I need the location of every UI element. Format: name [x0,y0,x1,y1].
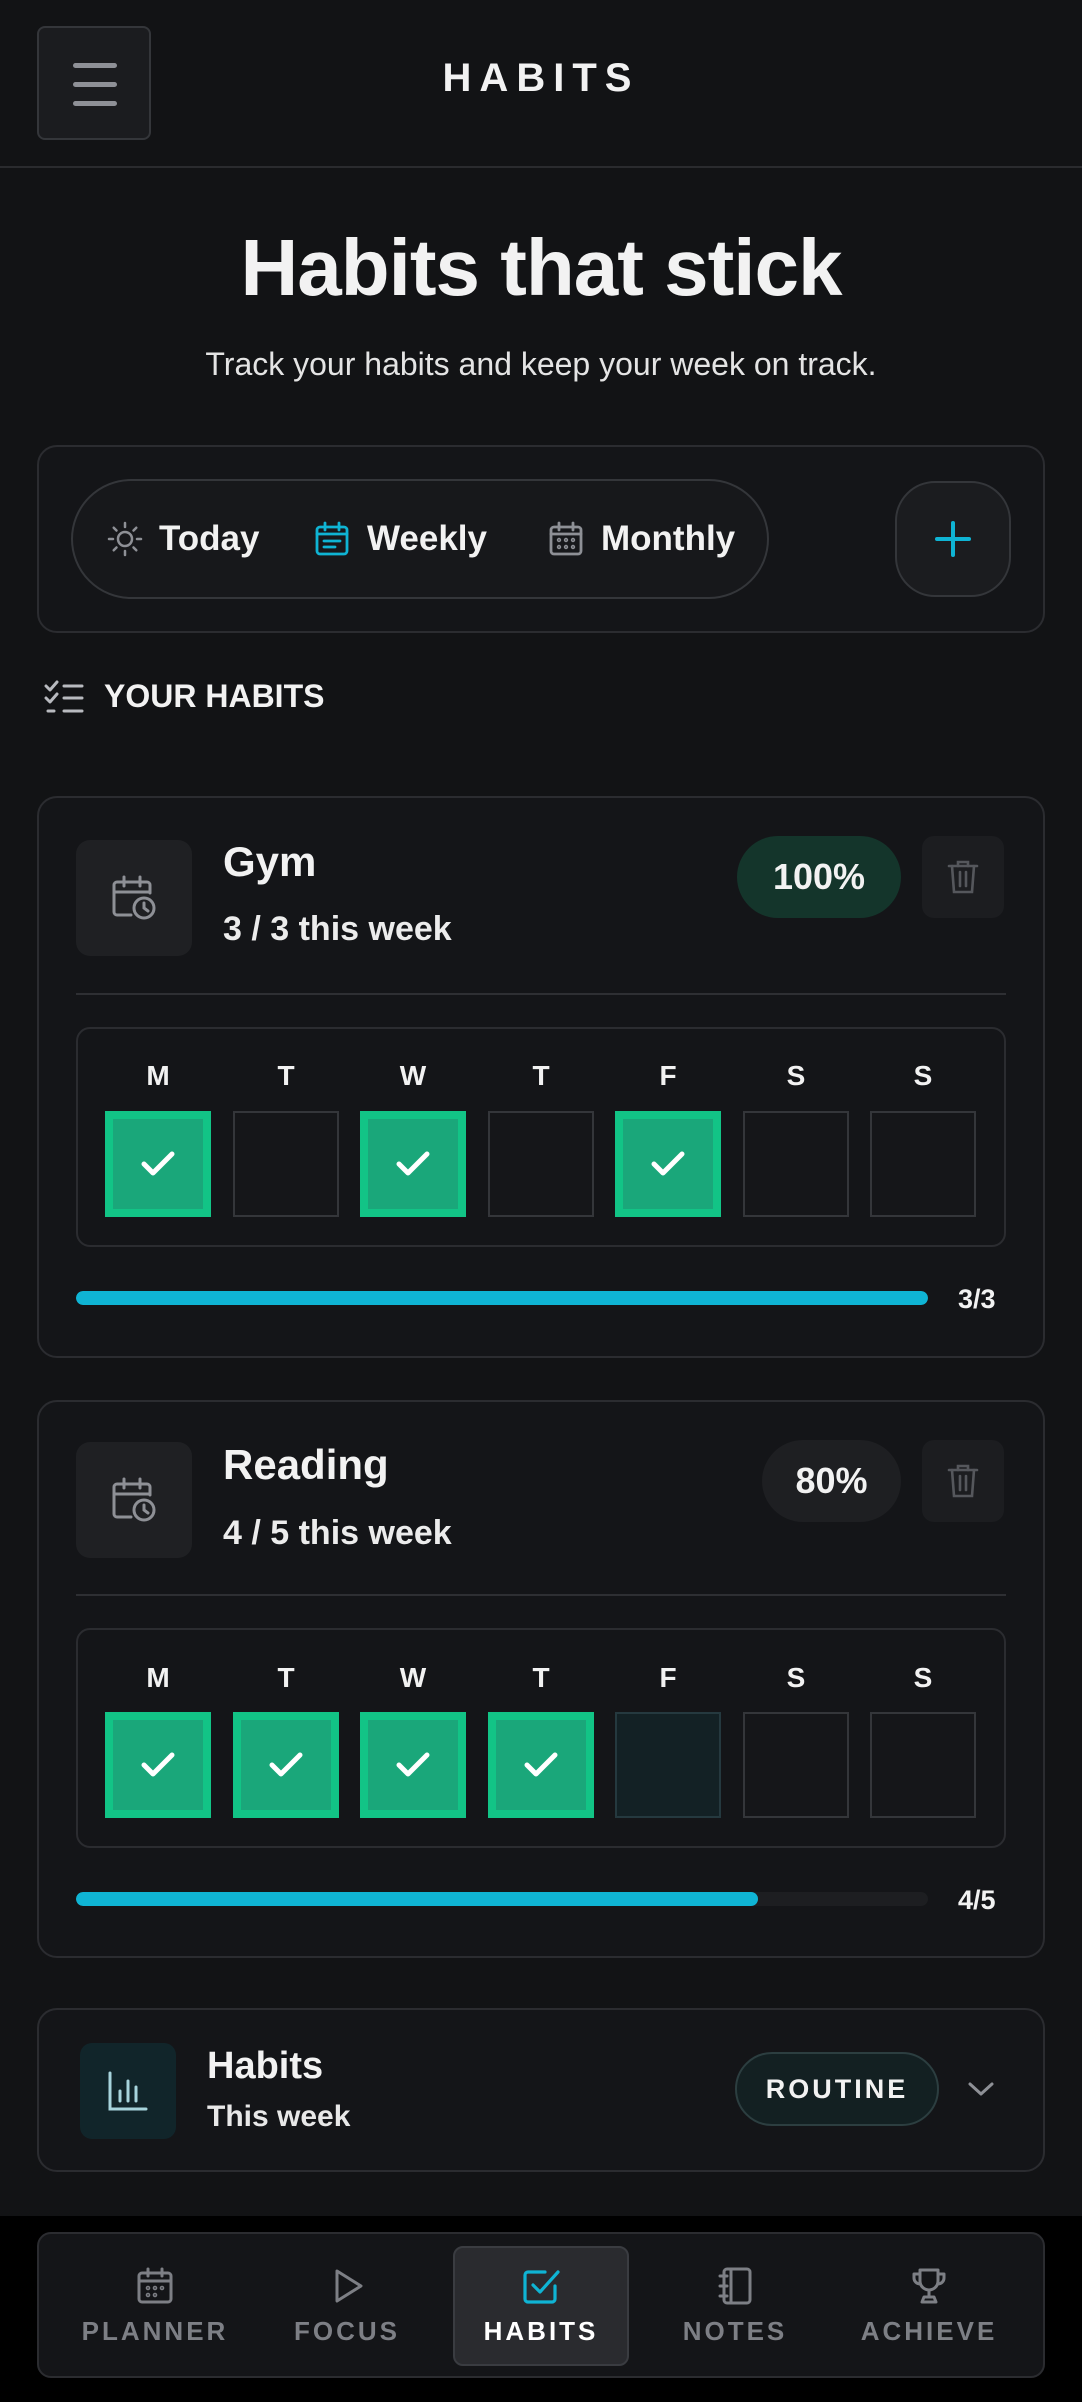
nav-label: HABITS [483,2315,599,2346]
section-label: YOUR HABITS [104,678,325,714]
nav-label: PLANNER [81,2315,229,2346]
trash-icon [947,1464,979,1498]
day-label: F [659,1060,677,1091]
day-label: S [786,1662,806,1693]
habit-progress-label: 4/5 [958,1885,996,1915]
bottom-nav: PLANNER FOCUS HABITS NOTES ACHIEVE [37,2232,1045,2378]
day-label: W [399,1662,427,1693]
day-label: S [786,1060,806,1091]
habit-name: Reading [223,1441,389,1488]
check-icon [396,1752,430,1777]
habit-week-count: 3 / 3 this week [223,910,452,948]
nav-label: NOTES [682,2315,788,2346]
day-label: S [913,1060,933,1091]
day-label: T [277,1662,295,1693]
card-divider [76,993,1006,995]
day-label: T [532,1060,550,1091]
day-label: F [659,1662,677,1693]
nav-focus[interactable]: FOCUS [259,2246,435,2366]
day-checkbox-empty[interactable] [870,1712,976,1818]
day-checkbox-done[interactable] [360,1712,466,1818]
add-habit-button[interactable] [895,481,1011,597]
day-checkbox-empty[interactable] [743,1111,849,1217]
nav-notes[interactable]: NOTES [647,2246,823,2366]
habit-percent-badge: 100% [737,836,901,918]
calendar-icon [137,2267,173,2303]
app-title: HABITS [442,56,640,100]
trash-icon [947,860,979,894]
view-option-label: Weekly [367,519,487,558]
calendar-clock-icon [112,875,156,920]
view-option-label: Today [159,519,260,558]
delete-habit-button[interactable] [922,836,1004,918]
day-checkbox-done[interactable] [105,1111,211,1217]
habit-name: Gym [223,838,317,885]
check-icon [141,1151,175,1176]
check-icon [141,1752,175,1777]
check-icon [269,1752,303,1777]
habit-progress-fill [76,1892,758,1906]
day-checkbox-empty[interactable] [743,1712,849,1818]
nav-planner[interactable]: PLANNER [67,2246,243,2366]
habit-progress-label: 3/3 [958,1284,996,1314]
nav-achieve[interactable]: ACHIEVE [841,2246,1017,2366]
nav-label: ACHIEVE [860,2315,998,2346]
day-checkbox-empty[interactable] [488,1111,594,1217]
day-checkbox-empty[interactable] [233,1111,339,1217]
habit-week-count: 4 / 5 this week [223,1514,452,1552]
view-option-label: Monthly [601,519,736,558]
delete-habit-button[interactable] [922,1440,1004,1522]
card-divider [76,1594,1006,1596]
day-label: M [146,1060,170,1091]
habit-progress-bar [76,1291,928,1305]
sun-icon [107,521,143,557]
day-checkbox-done[interactable] [360,1111,466,1217]
day-checkbox-done[interactable] [615,1111,721,1217]
view-option-today[interactable]: Today [107,481,259,597]
day-label: W [399,1060,427,1091]
day-label: T [277,1060,295,1091]
calendar-grid-icon [549,521,583,556]
day-label: T [532,1662,550,1693]
nav-habits[interactable]: HABITS [453,2246,629,2366]
day-checkbox-done[interactable] [233,1712,339,1818]
day-checkbox-done[interactable] [488,1712,594,1818]
check-icon [524,1752,558,1777]
view-option-weekly[interactable]: Weekly [313,481,487,597]
habit-progress-fill [76,1291,928,1305]
day-checkbox-done[interactable] [105,1712,211,1818]
nav-label: FOCUS [294,2315,400,2346]
habit-icon-tile [76,1442,192,1558]
summary-subtitle: This week [207,2100,351,2133]
summary-title: Habits [207,2045,324,2087]
summary-icon-tile [80,2043,176,2139]
checklist-icon [44,680,84,713]
play-icon [335,2269,363,2302]
calendar-clock-icon [112,1477,156,1522]
day-checkbox-empty[interactable] [870,1111,976,1217]
calendar-list-icon [315,521,349,556]
notebook-icon [718,2267,752,2304]
view-segmented-control: Today Weekly Monthly [71,479,769,599]
habit-icon-tile [76,840,192,956]
checkbox-icon [523,2269,560,2304]
day-label: S [913,1662,933,1693]
habit-progress-bar [76,1892,928,1906]
habit-percent-badge: 80% [762,1440,901,1522]
page-title: Habits that stick [240,223,843,312]
plus-icon [935,521,971,557]
check-icon [651,1151,685,1176]
check-icon [396,1151,430,1176]
chevron-down-icon[interactable] [966,2078,996,2100]
routine-badge: ROUTINE [735,2052,939,2126]
day-checkbox-today[interactable] [615,1712,721,1818]
trophy-icon [912,2268,946,2303]
view-option-monthly[interactable]: Monthly [547,481,735,597]
page-subtitle: Track your habits and keep your week on … [205,346,877,382]
bar-chart-icon [108,2071,148,2111]
hamburger-line [73,101,117,106]
day-label: M [146,1662,170,1693]
